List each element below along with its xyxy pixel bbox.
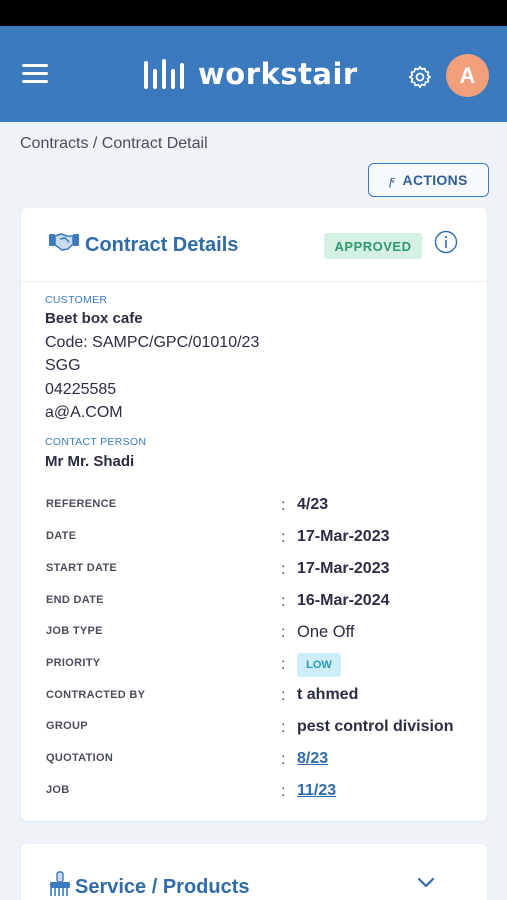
colon: : <box>281 751 286 768</box>
customer-area: SGG <box>45 357 81 374</box>
group-value: pest control division <box>297 718 454 735</box>
status-badge: APPROVED <box>324 233 422 259</box>
date-value: 17-Mar-2023 <box>297 528 390 545</box>
reference-label: REFERENCE <box>46 498 117 510</box>
customer-name: Beet box cafe <box>45 310 143 327</box>
colon: : <box>281 719 286 736</box>
contract-details-card: Contract Details APPROVED CUSTOMER Beet … <box>21 208 487 821</box>
info-icon[interactable] <box>434 230 458 254</box>
customer-email: a@A.COM <box>45 404 123 421</box>
bolt-icon: ϝ <box>389 172 395 188</box>
brand-name: workstair <box>198 57 358 91</box>
cleaning-brush-icon <box>50 871 70 896</box>
end-date-value: 16-Mar-2024 <box>297 592 390 609</box>
contact-person-label: CONTACT PERSON <box>45 436 147 448</box>
workstair-logo: workstair <box>142 54 358 94</box>
service-products-card[interactable]: Service / Products <box>21 844 487 900</box>
contracted-by-label: CONTRACTED BY <box>46 689 146 701</box>
card-title: Contract Details <box>85 234 239 256</box>
customer-phone: 04225585 <box>45 381 117 398</box>
actions-button[interactable]: ϝ ACTIONS <box>368 163 489 197</box>
breadcrumb[interactable]: Contracts / Contract Detail <box>20 135 208 153</box>
user-avatar[interactable]: A <box>446 54 489 97</box>
end-date-label: END DATE <box>46 594 104 606</box>
job-label: JOB <box>46 784 70 796</box>
colon: : <box>281 687 286 704</box>
top-app-bar: workstair A <box>0 26 507 122</box>
handshake-icon <box>49 233 79 251</box>
colon: : <box>281 497 286 514</box>
quotation-label: QUOTATION <box>46 752 114 764</box>
logo-bars-icon <box>144 59 184 89</box>
contracted-by-value: t ahmed <box>297 686 359 703</box>
quotation-link[interactable]: 8/23 <box>297 750 328 768</box>
customer-code: Code: SAMPC/GPC/01010/23 <box>45 334 260 351</box>
colon: : <box>281 529 286 546</box>
chevron-down-icon[interactable] <box>417 876 435 890</box>
actions-label: ACTIONS <box>402 172 468 188</box>
colon: : <box>281 783 286 800</box>
job-link[interactable]: 11/23 <box>297 782 336 800</box>
customer-label: CUSTOMER <box>45 294 108 306</box>
start-date-value: 17-Mar-2023 <box>297 560 390 577</box>
group-label: GROUP <box>46 720 88 732</box>
job-type-label: JOB TYPE <box>46 625 103 637</box>
priority-label: PRIORITY <box>46 657 101 669</box>
hamburger-menu-icon[interactable] <box>22 64 48 84</box>
service-products-title: Service / Products <box>75 876 250 898</box>
colon: : <box>281 561 286 578</box>
colon: : <box>281 593 286 610</box>
colon: : <box>281 624 286 641</box>
job-type-value: One Off <box>297 623 355 641</box>
status-bar <box>0 0 507 26</box>
contact-person-name: Mr Mr. Shadi <box>45 453 135 470</box>
date-label: DATE <box>46 530 77 542</box>
colon: : <box>281 656 286 673</box>
gear-icon[interactable] <box>407 64 433 90</box>
priority-badge: LOW <box>297 653 341 677</box>
card-header: Contract Details APPROVED <box>21 208 487 282</box>
reference-value: 4/23 <box>297 496 329 513</box>
start-date-label: START DATE <box>46 562 118 574</box>
